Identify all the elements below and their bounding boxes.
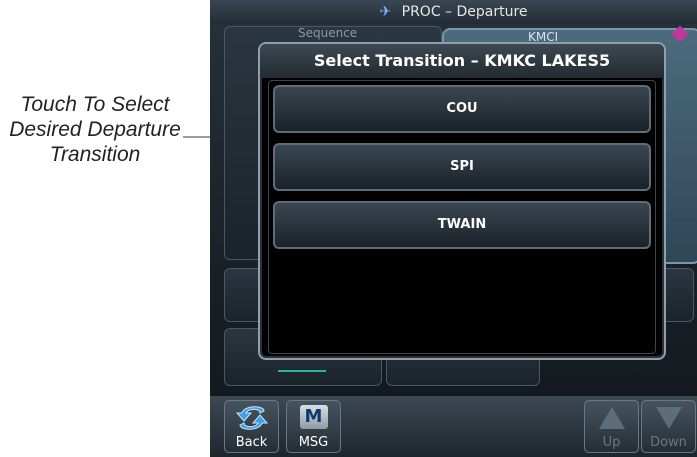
up-label: Up (602, 435, 621, 450)
plane-icon: ✈ (379, 4, 392, 20)
callout-line-3: Transition (49, 143, 141, 166)
callout-line-2: Desired Departure (9, 118, 181, 141)
transition-option-twain[interactable]: TWAIN (273, 201, 651, 249)
message-icon: M (299, 405, 328, 429)
callout-annotation: Touch To Select Desired Departure Transi… (0, 92, 190, 167)
transition-option-cou[interactable]: COU (273, 85, 651, 133)
title-bar: ✈ PROC – Departure (210, 0, 697, 24)
down-label: Down (650, 435, 687, 450)
dialog-title: Select Transition – KMKC LAKES5 (260, 44, 664, 78)
up-arrow-icon (598, 407, 625, 429)
sequence-label: Sequence (298, 26, 358, 40)
bottom-softkey-bar: Back M MSG Up Down (210, 396, 697, 457)
page-title: PROC – Departure (401, 4, 528, 20)
select-transition-dialog: Select Transition – KMKC LAKES5 COU SPI … (258, 42, 666, 360)
transition-option-spi[interactable]: SPI (273, 143, 651, 191)
up-button[interactable]: Up (584, 400, 639, 453)
back-arrow-icon (235, 406, 268, 430)
down-arrow-icon (655, 407, 682, 429)
msg-button[interactable]: M MSG (286, 400, 341, 453)
msg-label: MSG (298, 435, 329, 450)
back-button[interactable]: Back (224, 400, 279, 453)
callout-line-1: Touch To Select (20, 93, 170, 116)
bg-dash-line (278, 370, 326, 372)
device-screen: ✈ PROC – Departure Sequence KMCI Select … (210, 0, 697, 457)
transition-list: COU SPI TWAIN (268, 80, 656, 354)
back-label: Back (235, 435, 268, 450)
down-button[interactable]: Down (641, 400, 696, 453)
